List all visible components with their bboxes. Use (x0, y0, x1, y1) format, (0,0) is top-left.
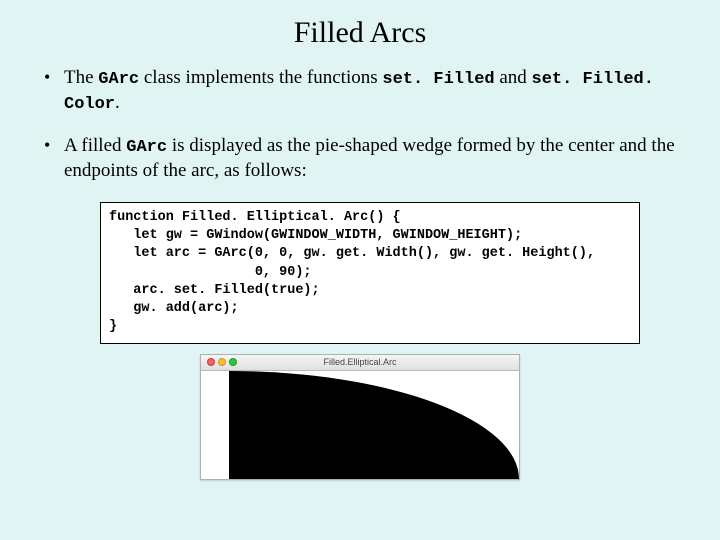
code-inline: set. Filled (382, 70, 494, 89)
output-window: Filled.Elliptical.Arc (200, 354, 520, 480)
code-block: function Filled. Elliptical. Arc() { let… (100, 202, 640, 344)
bullet-2: A filled GArc is displayed as the pie-sh… (40, 134, 680, 184)
slide-title: Filled Arcs (40, 16, 680, 50)
text: The (64, 67, 98, 88)
window-titlebar: Filled.Elliptical.Arc (201, 355, 519, 371)
text: and (495, 67, 532, 88)
bullet-list: The GArc class implements the functions … (40, 66, 680, 184)
bullet-1: The GArc class implements the functions … (40, 66, 680, 116)
filled-arc-shape (229, 371, 519, 479)
window-canvas (201, 371, 519, 479)
code-inline: GArc (98, 70, 139, 89)
text: . (115, 92, 120, 113)
text: class implements the functions (139, 67, 382, 88)
text: A filled (64, 135, 126, 156)
code-inline: GArc (126, 138, 167, 157)
window-title: Filled.Elliptical.Arc (201, 357, 519, 367)
slide: Filled Arcs The GArc class implements th… (0, 0, 720, 500)
